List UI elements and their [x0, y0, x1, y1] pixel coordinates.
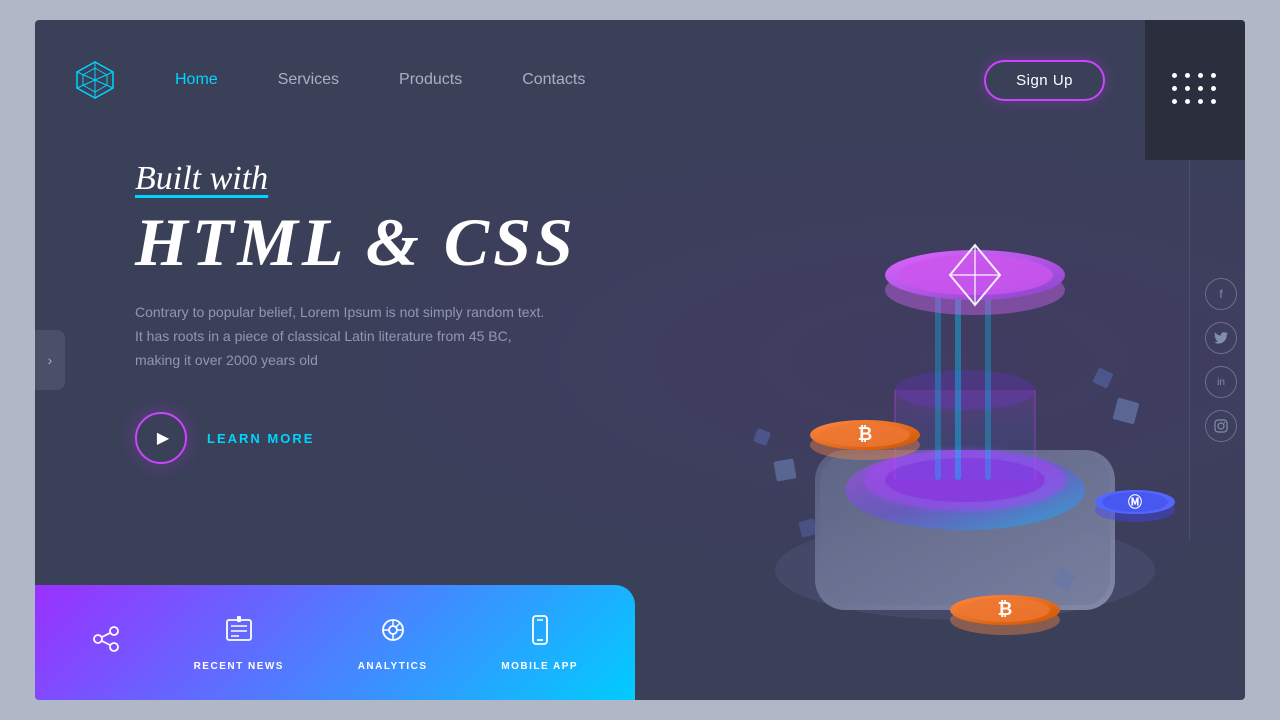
mobile-app-icon [524, 614, 556, 653]
logo[interactable] [75, 60, 115, 100]
hero-description: Contrary to popular belief, Lorem Ipsum … [135, 301, 555, 372]
hero-illustration: ₿ ₿ Ⓜ [625, 80, 1205, 640]
nav-services[interactable]: Services [278, 71, 339, 89]
svg-text:₿: ₿ [998, 599, 1013, 619]
recent-news-icon [223, 614, 255, 653]
navbar: Home Services Products Contacts Sign Up [35, 20, 1145, 140]
bottom-item-analytics[interactable]: ANALYTICS [358, 614, 428, 672]
analytics-label: ANALYTICS [358, 661, 428, 672]
play-icon: ▶ [157, 428, 169, 448]
play-button[interactable]: ▶ [135, 412, 187, 464]
svg-text:Ⓜ: Ⓜ [1128, 494, 1142, 510]
recent-news-label: RECENT NEWS [194, 661, 284, 672]
left-arrow-toggle[interactable]: › [35, 330, 65, 390]
linkedin-icon[interactable]: in [1205, 366, 1237, 398]
nav-contacts[interactable]: Contacts [522, 71, 585, 89]
bottom-item-recent-news[interactable]: RECENT NEWS [194, 614, 284, 672]
signup-button[interactable]: Sign Up [984, 60, 1105, 101]
chevron-right-icon: › [48, 352, 53, 368]
mobile-app-label: MOBILE APP [501, 661, 578, 672]
nav-home[interactable]: Home [175, 71, 218, 89]
share-icon[interactable] [92, 625, 120, 660]
menu-panel [1145, 20, 1245, 160]
dots-grid-icon[interactable] [1172, 73, 1219, 107]
bottom-bar: RECENT NEWS ANALYTI [35, 585, 635, 700]
svg-text:₿: ₿ [858, 424, 873, 444]
analytics-icon [377, 614, 409, 653]
learn-more-link[interactable]: LEARN MORE [207, 431, 314, 446]
twitter-icon[interactable] [1205, 322, 1237, 354]
facebook-icon[interactable]: f [1205, 278, 1237, 310]
bottom-bar-items: RECENT NEWS ANALYTI [35, 614, 635, 672]
bottom-item-mobile-app[interactable]: MOBILE APP [501, 614, 578, 672]
instagram-icon[interactable] [1205, 410, 1237, 442]
right-divider [1189, 160, 1190, 540]
nav-links: Home Services Products Contacts [175, 71, 984, 89]
social-sidebar: f in [1205, 278, 1245, 442]
nav-products[interactable]: Products [399, 71, 462, 89]
